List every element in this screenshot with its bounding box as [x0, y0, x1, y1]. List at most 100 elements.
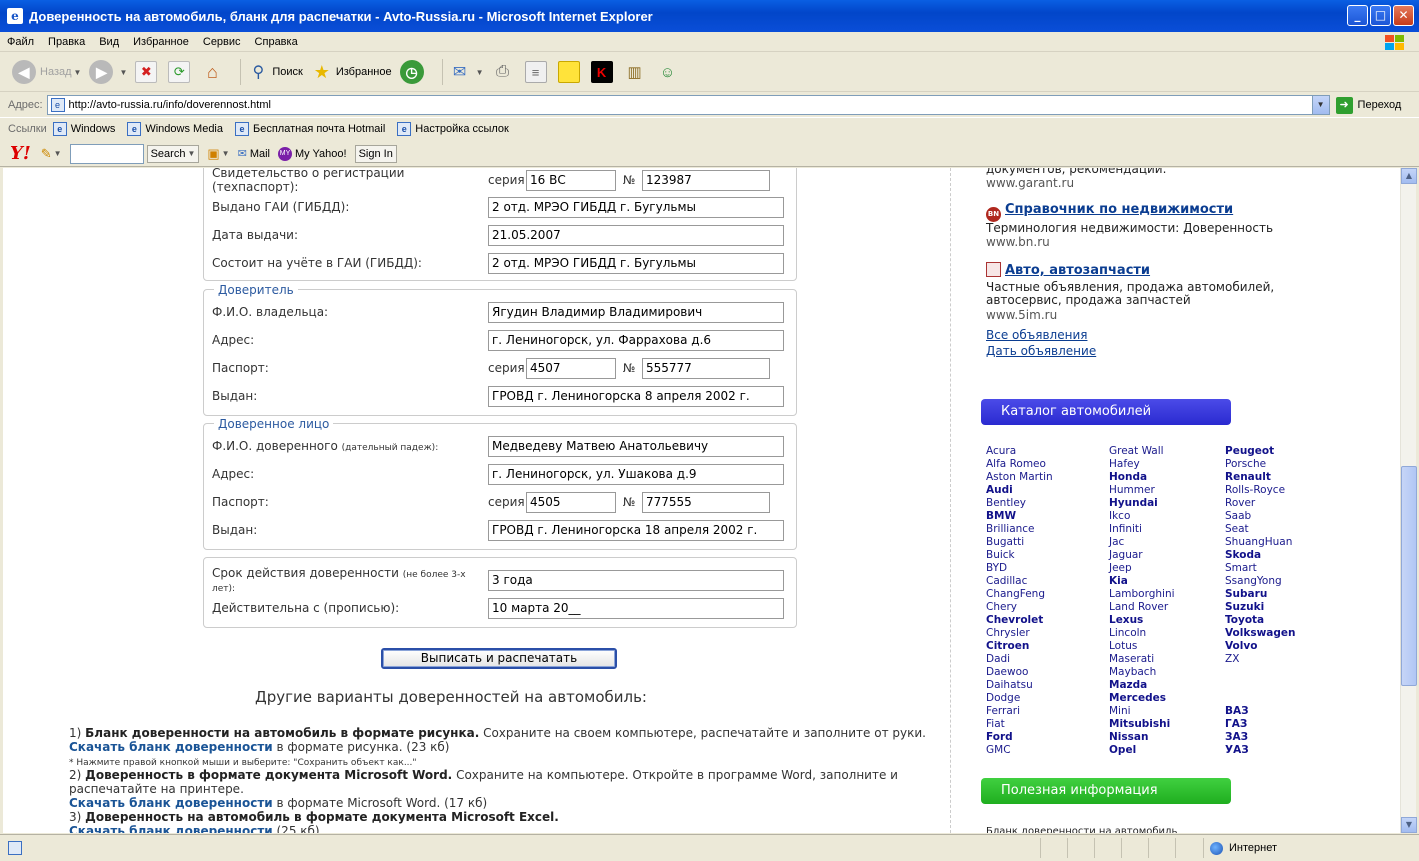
brand-link[interactable]: Subaru	[1225, 588, 1296, 601]
brand-link[interactable]: Ferrari	[986, 705, 1053, 718]
scroll-up-icon[interactable]: ▲	[1401, 168, 1417, 184]
brand-link[interactable]: Seat	[1225, 523, 1296, 536]
maximize-button[interactable]: □	[1370, 5, 1391, 26]
reg-number-input[interactable]: 123987	[642, 169, 770, 191]
brand-link[interactable]: ЗАЗ	[1225, 731, 1296, 744]
term-input[interactable]: 3 года	[488, 569, 784, 591]
menu-view[interactable]: Вид	[99, 36, 119, 48]
brand-link[interactable]: Brilliance	[986, 523, 1053, 536]
brand-link[interactable]: Daewoo	[986, 666, 1053, 679]
menu-file[interactable]: Файл	[7, 36, 34, 48]
history-button[interactable]: ◷	[399, 60, 428, 84]
brand-link[interactable]: Volvo	[1225, 640, 1296, 653]
attorney-issued-input[interactable]: ГРОВД г. Лениногорска 18 апреля 2002 г.	[488, 519, 784, 541]
brand-link[interactable]: Ikco	[1109, 510, 1175, 523]
brand-link[interactable]: Fiat	[986, 718, 1053, 731]
brand-link[interactable]: Audi	[986, 484, 1053, 497]
brand-link[interactable]: Volkswagen	[1225, 627, 1296, 640]
owner-issued-input[interactable]: ГРОВД г. Лениногорска 8 апреля 2002 г.	[488, 385, 784, 407]
brand-link[interactable]: Toyota	[1225, 614, 1296, 627]
brand-link[interactable]: Lincoln	[1109, 627, 1175, 640]
brand-link[interactable]: Jeep	[1109, 562, 1175, 575]
brand-link[interactable]: BYD	[986, 562, 1053, 575]
menu-edit[interactable]: Правка	[48, 36, 85, 48]
address-input[interactable]: e http://avto-russia.ru/info/doverennost…	[46, 95, 1330, 115]
brand-link[interactable]: Chery	[986, 601, 1053, 614]
edit-button[interactable]: ≡	[524, 61, 550, 83]
issued-input[interactable]: 2 отд. МРЭО ГИБДД г. Бугульмы	[488, 196, 784, 218]
menu-favorites[interactable]: Избранное	[133, 36, 189, 48]
favorites-button[interactable]: ★ Избранное	[311, 61, 392, 83]
auto-link[interactable]: Авто, автозапчасти	[1005, 263, 1150, 278]
brand-link[interactable]: Hummer	[1109, 484, 1175, 497]
yahoo-mail-button[interactable]: ✉ Mail	[238, 147, 270, 161]
brand-link[interactable]: Renault	[1225, 471, 1296, 484]
brand-link[interactable]: ZX	[1225, 653, 1296, 666]
go-button[interactable]: ➜ Переход	[1335, 96, 1401, 114]
back-button[interactable]: ◀ Назад ▼	[12, 60, 81, 84]
brand-link[interactable]: Mitsubishi	[1109, 718, 1175, 731]
brand-link[interactable]: УАЗ	[1225, 744, 1296, 757]
owner-passport-series-input[interactable]: 4507	[526, 357, 616, 379]
brand-link[interactable]: Cadillac	[986, 575, 1053, 588]
brand-link[interactable]: Dodge	[986, 692, 1053, 705]
vertical-scrollbar[interactable]: ▲ ▼	[1400, 168, 1417, 833]
brand-link[interactable]: Opel	[1109, 744, 1175, 757]
brand-link[interactable]: Lexus	[1109, 614, 1175, 627]
menu-tools[interactable]: Сервис	[203, 36, 241, 48]
brand-link[interactable]: Porsche	[1225, 458, 1296, 471]
download-image-link[interactable]: Скачать бланк доверенности	[69, 740, 273, 754]
all-ads-link[interactable]: Все объявления	[986, 329, 1087, 342]
menu-help[interactable]: Справка	[255, 36, 298, 48]
my-yahoo-button[interactable]: MY My Yahoo!	[277, 146, 347, 161]
yahoo-search-input[interactable]	[69, 143, 144, 164]
brand-link[interactable]: Skoda	[1225, 549, 1296, 562]
yahoo-signin-button[interactable]: Sign In	[354, 144, 397, 163]
brand-link[interactable]: Suzuki	[1225, 601, 1296, 614]
brand-link[interactable]: Lamborghini	[1109, 588, 1175, 601]
realty-link[interactable]: Справочник по недвижимости	[1005, 202, 1233, 217]
yahoo-highlight-button[interactable]: ▣ ▼	[207, 146, 229, 162]
kaspersky-button[interactable]: K	[590, 61, 616, 83]
close-button[interactable]: ✕	[1393, 5, 1414, 26]
brand-link[interactable]: SsangYong	[1225, 575, 1296, 588]
brand-link[interactable]: Maserati	[1109, 653, 1175, 666]
download-excel-link[interactable]: Скачать бланк доверенности	[69, 824, 273, 833]
search-button[interactable]: ⚲ Поиск	[247, 61, 303, 83]
forward-button[interactable]: ▶ ▼	[89, 60, 127, 84]
brand-link[interactable]: Infiniti	[1109, 523, 1175, 536]
brand-link[interactable]: Chevrolet	[986, 614, 1053, 627]
valid-from-input[interactable]: 10 марта 20__	[488, 597, 784, 619]
attorney-name-input[interactable]: Медведеву Матвею Анатольевичу	[488, 435, 784, 457]
brand-link[interactable]: Bentley	[986, 497, 1053, 510]
download-word-link[interactable]: Скачать бланк доверенности	[69, 796, 273, 810]
brand-link[interactable]: ShuangHuan	[1225, 536, 1296, 549]
scroll-thumb[interactable]	[1401, 466, 1417, 686]
brand-link[interactable]: Maybach	[1109, 666, 1175, 679]
registered-input[interactable]: 2 отд. МРЭО ГИБДД г. Бугульмы	[488, 252, 784, 274]
brand-link[interactable]: ГАЗ	[1225, 718, 1296, 731]
mail-button[interactable]: ✉ ▼	[449, 61, 484, 83]
ie-app-icon[interactable]: e	[7, 8, 23, 24]
brand-link[interactable]: Alfa Romeo	[986, 458, 1053, 471]
messenger-button[interactable]: ☺	[657, 61, 682, 83]
owner-address-input[interactable]: г. Лениногорск, ул. Фаррахова д.6	[488, 329, 784, 351]
brand-link[interactable]: Land Rover	[1109, 601, 1175, 614]
link-hotmail[interactable]: e Бесплатная почта Hotmail	[235, 122, 385, 136]
attorney-address-input[interactable]: г. Лениногорск, ул. Ушакова д.9	[488, 463, 784, 485]
post-ad-link[interactable]: Дать объявление	[986, 345, 1096, 358]
brand-link[interactable]: ВАЗ	[1225, 705, 1296, 718]
brand-link[interactable]: Jaguar	[1109, 549, 1175, 562]
brand-link[interactable]: Ford	[986, 731, 1053, 744]
brand-link[interactable]: Citroen	[986, 640, 1053, 653]
brand-link[interactable]: Jac	[1109, 536, 1175, 549]
brand-link[interactable]: Dadi	[986, 653, 1053, 666]
brand-link[interactable]: Rolls-Royce	[1225, 484, 1296, 497]
brand-link[interactable]: Lotus	[1109, 640, 1175, 653]
scroll-down-icon[interactable]: ▼	[1401, 817, 1417, 833]
address-dropdown-icon[interactable]: ▼	[1311, 96, 1329, 114]
brand-link[interactable]: Mercedes	[1109, 692, 1175, 705]
brand-link[interactable]: Bugatti	[986, 536, 1053, 549]
link-windows-media[interactable]: e Windows Media	[127, 122, 223, 136]
print-button[interactable]: ⎙	[492, 61, 517, 83]
